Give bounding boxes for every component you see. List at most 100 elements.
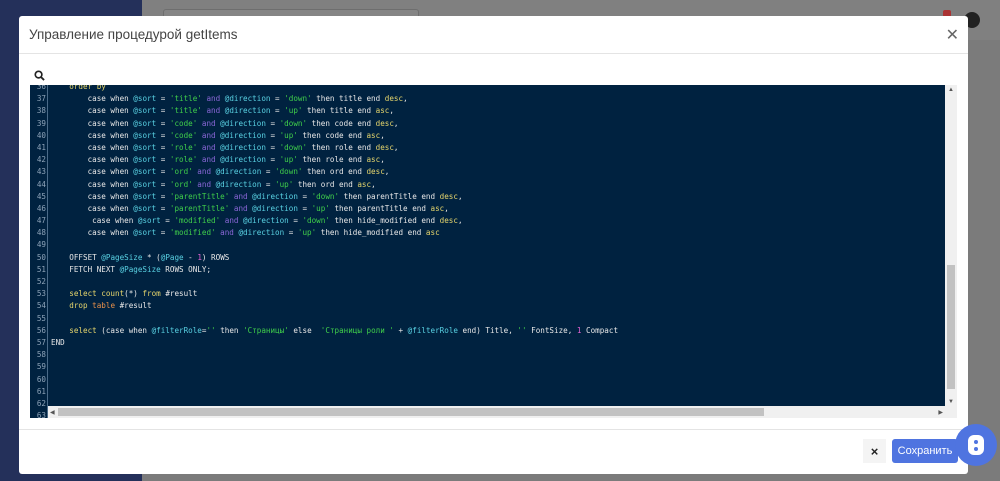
code-token: =	[156, 203, 170, 213]
code-token: then	[215, 325, 244, 335]
code-token: @direction	[215, 179, 262, 189]
code-token: ,	[380, 155, 385, 165]
code-token: then ord end	[293, 179, 358, 189]
code-line[interactable]: 56 select (case when @filterRole='' then…	[30, 325, 945, 337]
code-token: case when	[51, 130, 134, 140]
code-token: @direction	[252, 191, 298, 201]
search-icon[interactable]	[29, 66, 49, 84]
code-line[interactable]: 60	[30, 374, 945, 386]
code-line[interactable]: 38 case when @sort = 'title' and @direct…	[30, 105, 945, 117]
cancel-button[interactable]: ×	[863, 439, 886, 463]
code-token: 'down'	[275, 167, 303, 177]
code-token: =	[270, 106, 285, 116]
code-line[interactable]: 49	[30, 239, 945, 251]
code-token: 'down'	[279, 142, 308, 152]
code-line[interactable]: 59	[30, 361, 945, 373]
code-token: 'modified'	[169, 228, 216, 238]
scroll-up-icon[interactable]: ▲	[948, 87, 954, 93]
code-token: and	[197, 130, 221, 140]
code-token: ) ROWS	[201, 252, 230, 262]
line-number: 51	[36, 264, 46, 274]
code-token: select count	[51, 289, 125, 299]
code-token: and	[197, 155, 221, 165]
code-token: =	[265, 130, 280, 140]
code-token: 'ord'	[169, 167, 193, 177]
code-token: case when	[51, 203, 134, 213]
code-token: =	[284, 228, 298, 238]
code-token: @direction	[238, 228, 285, 238]
code-line[interactable]: 41 case when @sort = 'role' and @directi…	[30, 142, 945, 154]
code-token: case when	[51, 118, 134, 128]
code-token: desc	[375, 118, 394, 128]
code-line[interactable]: 45 case when @sort = 'parentTitle' and @…	[30, 191, 945, 203]
horizontal-scroll-thumb[interactable]	[58, 408, 764, 416]
code-token: then code end	[307, 118, 376, 128]
line-code: drop table #result	[51, 300, 151, 312]
code-token: 'up'	[275, 179, 294, 189]
code-line[interactable]: 57 END	[30, 337, 945, 349]
scroll-left-icon[interactable]: ◀	[50, 409, 55, 416]
code-token: 'up'	[284, 106, 303, 116]
line-code: order by	[51, 85, 106, 93]
code-line[interactable]: 37 case when @sort = 'title' and @direct…	[30, 93, 945, 105]
code-line[interactable]: 36 order by	[30, 85, 945, 93]
code-line[interactable]: 48 case when @sort = 'modified' and @dir…	[30, 227, 945, 239]
code-line[interactable]: 55	[30, 313, 945, 325]
code-token: then code end	[297, 130, 367, 140]
code-token: (*)	[124, 289, 143, 299]
scroll-right-icon[interactable]: ▶	[938, 409, 943, 416]
save-button[interactable]: Сохранить	[892, 439, 958, 463]
code-token: 'up'	[279, 155, 298, 165]
vertical-scroll-thumb[interactable]	[947, 265, 955, 389]
code-line[interactable]: 46 case when @sort = 'parentTitle' and @…	[30, 203, 945, 215]
code-line[interactable]: 44 case when @sort = 'ord' and @directio…	[30, 179, 945, 191]
code-token: @sort	[137, 216, 161, 226]
code-token: +	[393, 325, 408, 335]
line-number: 45	[36, 191, 46, 201]
code-line[interactable]: 61	[30, 386, 945, 398]
code-token: then hide_modified end	[316, 228, 426, 238]
code-line[interactable]: 40 case when @sort = 'code' and @directi…	[30, 130, 945, 142]
code-token: asc	[366, 155, 381, 165]
code-token: @direction	[224, 106, 271, 116]
close-icon[interactable]: ✕	[946, 25, 959, 45]
code-token: @direction	[224, 94, 271, 104]
line-number: 39	[36, 118, 46, 128]
code-token: =	[156, 106, 170, 116]
code-token: @sort	[133, 94, 157, 104]
line-number: 56	[36, 325, 46, 335]
vertical-scrollbar[interactable]: ▲ ▼	[945, 85, 957, 406]
code-line[interactable]: 39 case when @sort = 'code' and @directi…	[30, 118, 945, 130]
code-token: 'title'	[169, 106, 202, 116]
line-code: case when @sort = 'modified' and @direct…	[51, 227, 440, 239]
code-line[interactable]: 58	[30, 349, 945, 361]
line-number: 58	[36, 350, 46, 360]
code-token: @sort	[133, 130, 157, 140]
code-line[interactable]: 42 case when @sort = 'role' and @directi…	[30, 154, 945, 166]
code-editor[interactable]: 36 order by 37 case when @sort = 'title' …	[30, 85, 957, 418]
code-token: @direction	[243, 216, 289, 226]
code-token: @PageSize	[119, 264, 161, 274]
chat-widget-button[interactable]	[955, 424, 997, 466]
code-token: 'parentTitle'	[169, 191, 230, 201]
code-token: @sort	[133, 191, 157, 201]
code-token: 'Страницы'	[243, 325, 289, 335]
code-line[interactable]: 50 OFFSET @PageSize * (@Page - 1) ROWS	[30, 252, 945, 264]
horizontal-scrollbar[interactable]: ◀ ▶	[48, 406, 957, 418]
code-token: ''	[517, 325, 527, 335]
code-token: case when	[51, 228, 134, 238]
code-token: 'code'	[169, 118, 198, 128]
code-line[interactable]: 52	[30, 276, 945, 288]
code-line[interactable]: 43 case when @sort = 'ord' and @directio…	[30, 166, 945, 178]
code-token: asc	[357, 179, 372, 189]
code-token: =	[156, 94, 170, 104]
code-token: 'Страницы роли '	[320, 325, 394, 335]
code-line[interactable]: 54 drop table #result	[30, 300, 945, 312]
code-line[interactable]: 51 FETCH NEXT @PageSize ROWS ONLY;	[30, 264, 945, 276]
code-line[interactable]: 47 case when @sort = 'modified' and @dir…	[30, 215, 945, 227]
code-line[interactable]: 53 select count(*) from #result	[30, 288, 945, 300]
code-token: desc	[366, 167, 385, 177]
line-number: 40	[36, 130, 46, 140]
line-code: case when @sort = 'ord' and @direction =…	[51, 179, 376, 191]
scroll-down-icon[interactable]: ▼	[948, 399, 954, 405]
